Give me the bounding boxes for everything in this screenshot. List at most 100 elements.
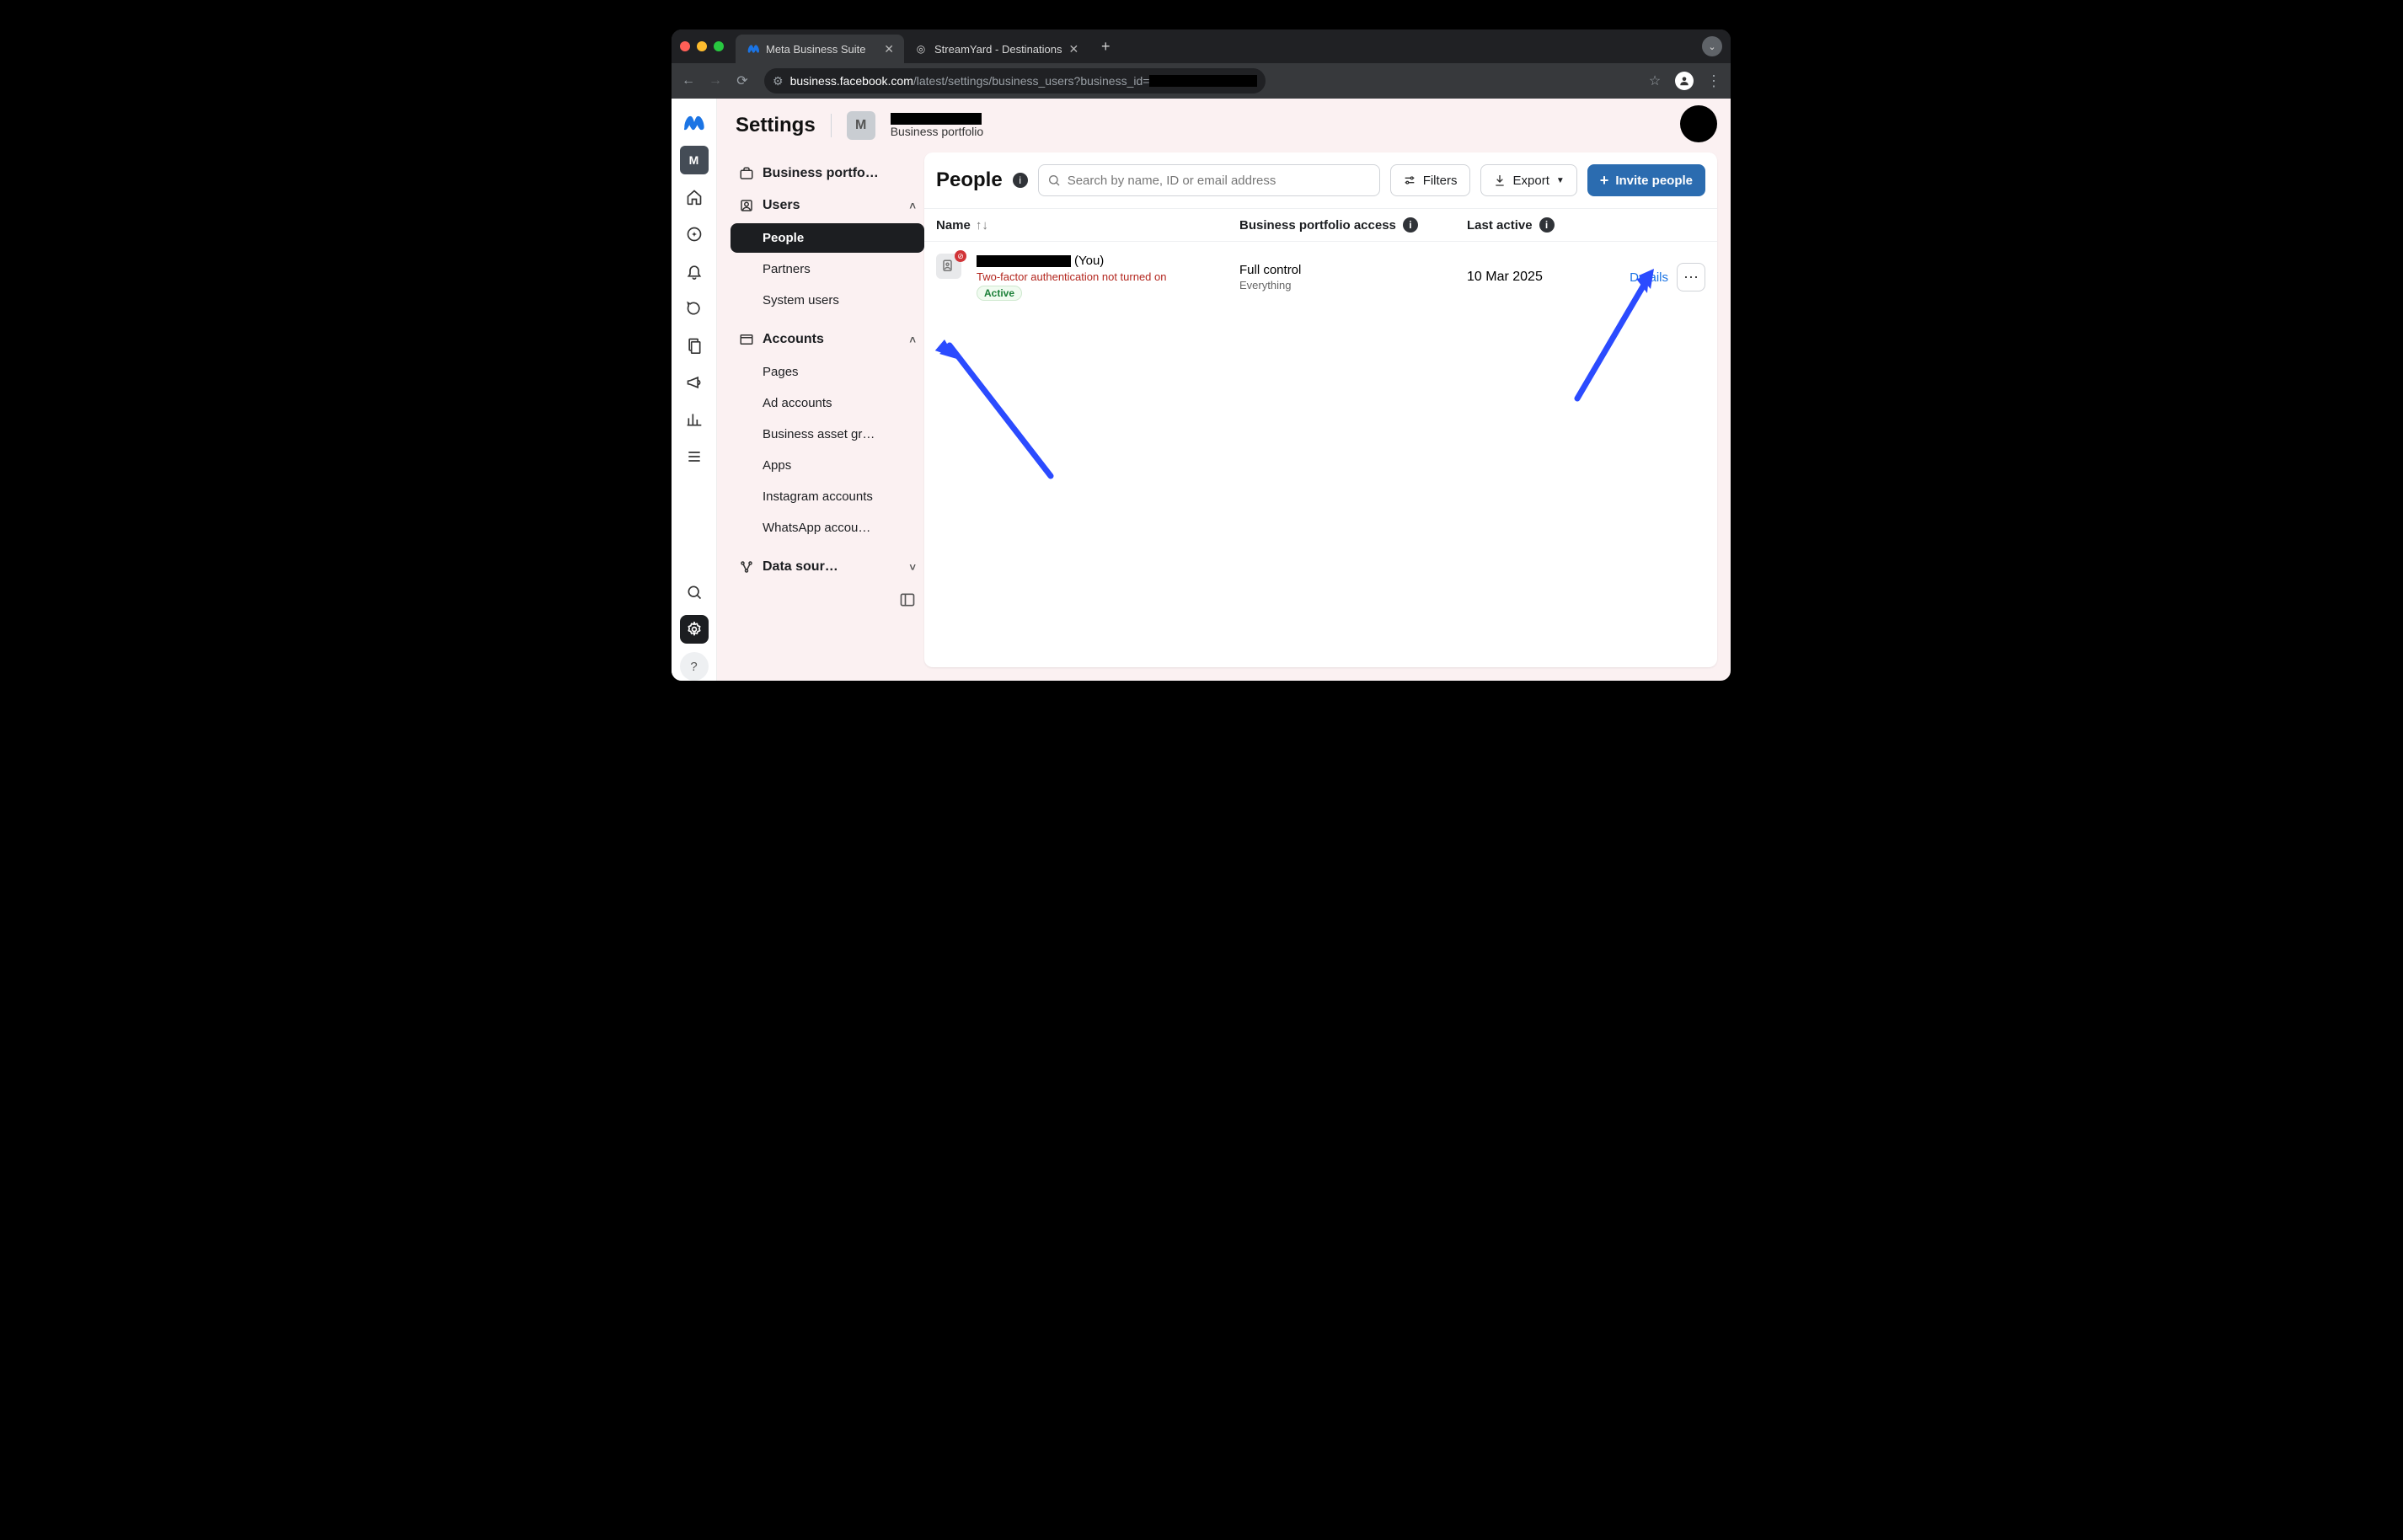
sidebar-item-people[interactable]: People (731, 223, 924, 253)
sidebar-item-pages[interactable]: Pages (731, 357, 924, 387)
collapse-sidebar-button[interactable] (731, 583, 924, 608)
page-header: Settings M Business portfolio (717, 99, 1731, 152)
chevron-up-icon: ˄ (909, 334, 916, 346)
page-title: Settings (736, 114, 816, 137)
sidebar-label: Accounts (763, 332, 824, 347)
settings-sidebar: Business portfo… Users ˄ People Partners… (731, 152, 924, 667)
insights-icon[interactable] (680, 405, 709, 434)
reload-button[interactable]: ⟳ (734, 72, 751, 89)
sort-icon: ↑↓ (976, 218, 988, 233)
url-host: business.facebook.com (790, 74, 913, 88)
meta-logo-icon[interactable] (680, 109, 709, 137)
browser-toolbar: ← → ⟳ ⚙ business.facebook.com/latest/set… (672, 63, 1731, 99)
sidebar-item-asset-groups[interactable]: Business asset gr… (731, 420, 924, 449)
search-input[interactable]: Search by name, ID or email address (1038, 164, 1380, 196)
caret-down-icon: ▼ (1556, 176, 1565, 185)
tab-title: StreamYard - Destinations (934, 43, 1062, 56)
menu-icon[interactable] (680, 442, 709, 471)
home-icon[interactable] (680, 183, 709, 211)
global-nav-rail: M ? (672, 99, 717, 681)
url-path: /latest/settings/business_users?business… (913, 74, 1150, 88)
you-suffix: (You) (1074, 254, 1104, 268)
last-active-value: 10 Mar 2025 (1467, 270, 1543, 285)
sidebar-group-accounts[interactable]: Accounts ˄ (731, 324, 924, 356)
info-icon[interactable]: i (1539, 217, 1555, 233)
portfolio-chip[interactable]: M (847, 111, 875, 140)
back-button[interactable]: ← (680, 73, 697, 88)
sidebar-label: Users (763, 198, 800, 213)
close-window-button[interactable] (680, 41, 690, 51)
close-tab-icon[interactable]: ✕ (1069, 42, 1079, 56)
briefcase-icon (739, 166, 754, 181)
tab-title: Meta Business Suite (766, 43, 866, 56)
sidebar-group-data-sources[interactable]: Data sour… ˅ (731, 551, 924, 583)
close-tab-icon[interactable]: ✕ (884, 42, 894, 56)
users-icon (739, 198, 754, 213)
tab-streamyard[interactable]: ◎ StreamYard - Destinations ✕ (904, 35, 1089, 63)
panel-title: People (936, 168, 1003, 192)
button-label: Export (1513, 174, 1549, 188)
compass-icon[interactable] (680, 220, 709, 249)
row-menu-button[interactable]: ⋯ (1677, 263, 1705, 291)
redacted-url-segment (1149, 75, 1257, 87)
bell-icon[interactable] (680, 257, 709, 286)
user-badge-icon: ⊘ (936, 254, 961, 279)
user-avatar[interactable] (1680, 105, 1717, 142)
sidebar-item-instagram[interactable]: Instagram accounts (731, 482, 924, 511)
button-label: Invite people (1615, 174, 1693, 188)
sidebar-item-business-portfolio[interactable]: Business portfo… (731, 158, 924, 190)
minimize-window-button[interactable] (697, 41, 707, 51)
bookmark-star-icon[interactable]: ☆ (1646, 72, 1663, 89)
browser-tab-bar: Meta Business Suite ✕ ◎ StreamYard - Des… (672, 29, 1731, 63)
info-icon[interactable]: i (1013, 173, 1028, 188)
window-controls (680, 41, 724, 51)
people-panel: People i Search by name, ID or email add… (924, 152, 1717, 667)
sidebar-item-apps[interactable]: Apps (731, 451, 924, 480)
business-switcher-button[interactable]: M (680, 146, 709, 174)
table-header: Name ↑↓ Business portfolio access i Last… (924, 208, 1717, 242)
column-access: Business portfolio access i (1239, 217, 1467, 233)
column-name[interactable]: Name ↑↓ (936, 218, 1239, 233)
search-icon[interactable] (680, 578, 709, 607)
address-bar[interactable]: ⚙ business.facebook.com/latest/settings/… (764, 68, 1266, 94)
invite-people-button[interactable]: + Invite people (1587, 164, 1705, 196)
settings-icon[interactable] (680, 615, 709, 644)
button-label: Filters (1423, 174, 1458, 188)
download-icon (1493, 174, 1507, 187)
export-button[interactable]: Export ▼ (1480, 164, 1577, 196)
sidebar-item-partners[interactable]: Partners (731, 254, 924, 284)
sliders-icon (1403, 174, 1416, 187)
help-icon[interactable]: ? (680, 652, 709, 681)
browser-menu-button[interactable]: ⋮ (1705, 72, 1722, 90)
streamyard-favicon-icon: ◎ (914, 42, 928, 56)
new-tab-button[interactable]: + (1094, 35, 1117, 58)
megaphone-icon[interactable] (680, 368, 709, 397)
site-settings-icon[interactable]: ⚙ (773, 74, 784, 88)
column-last-active: Last active i (1467, 217, 1619, 233)
chevron-down-icon: ˅ (909, 561, 916, 574)
search-placeholder: Search by name, ID or email address (1068, 174, 1276, 188)
chat-icon[interactable] (680, 294, 709, 323)
access-scope: Everything (1239, 279, 1301, 291)
chevron-up-icon: ˄ (909, 200, 916, 212)
details-link[interactable]: Details (1630, 270, 1668, 285)
meta-favicon-icon (746, 42, 759, 56)
forward-button[interactable]: → (707, 73, 724, 88)
status-badge: Active (977, 286, 1022, 301)
tfa-warning-text: Two-factor authentication not turned on (977, 270, 1166, 283)
tab-overflow-button[interactable]: ⌄ (1702, 36, 1722, 56)
table-row[interactable]: ⊘ (You) Two-factor authentication not tu… (924, 242, 1717, 313)
redacted-user-name (977, 255, 1071, 267)
fullscreen-window-button[interactable] (714, 41, 724, 51)
pages-icon[interactable] (680, 331, 709, 360)
sidebar-label: Data sour… (763, 559, 838, 575)
sidebar-item-system-users[interactable]: System users (731, 286, 924, 315)
profile-button[interactable] (1675, 72, 1694, 90)
info-icon[interactable]: i (1403, 217, 1418, 233)
tab-meta-business-suite[interactable]: Meta Business Suite ✕ (736, 35, 904, 63)
sidebar-item-ad-accounts[interactable]: Ad accounts (731, 388, 924, 418)
filters-button[interactable]: Filters (1390, 164, 1470, 196)
sidebar-item-whatsapp[interactable]: WhatsApp accou… (731, 513, 924, 543)
sidebar-group-users[interactable]: Users ˄ (731, 190, 924, 222)
portfolio-name-block[interactable]: Business portfolio (891, 113, 984, 139)
